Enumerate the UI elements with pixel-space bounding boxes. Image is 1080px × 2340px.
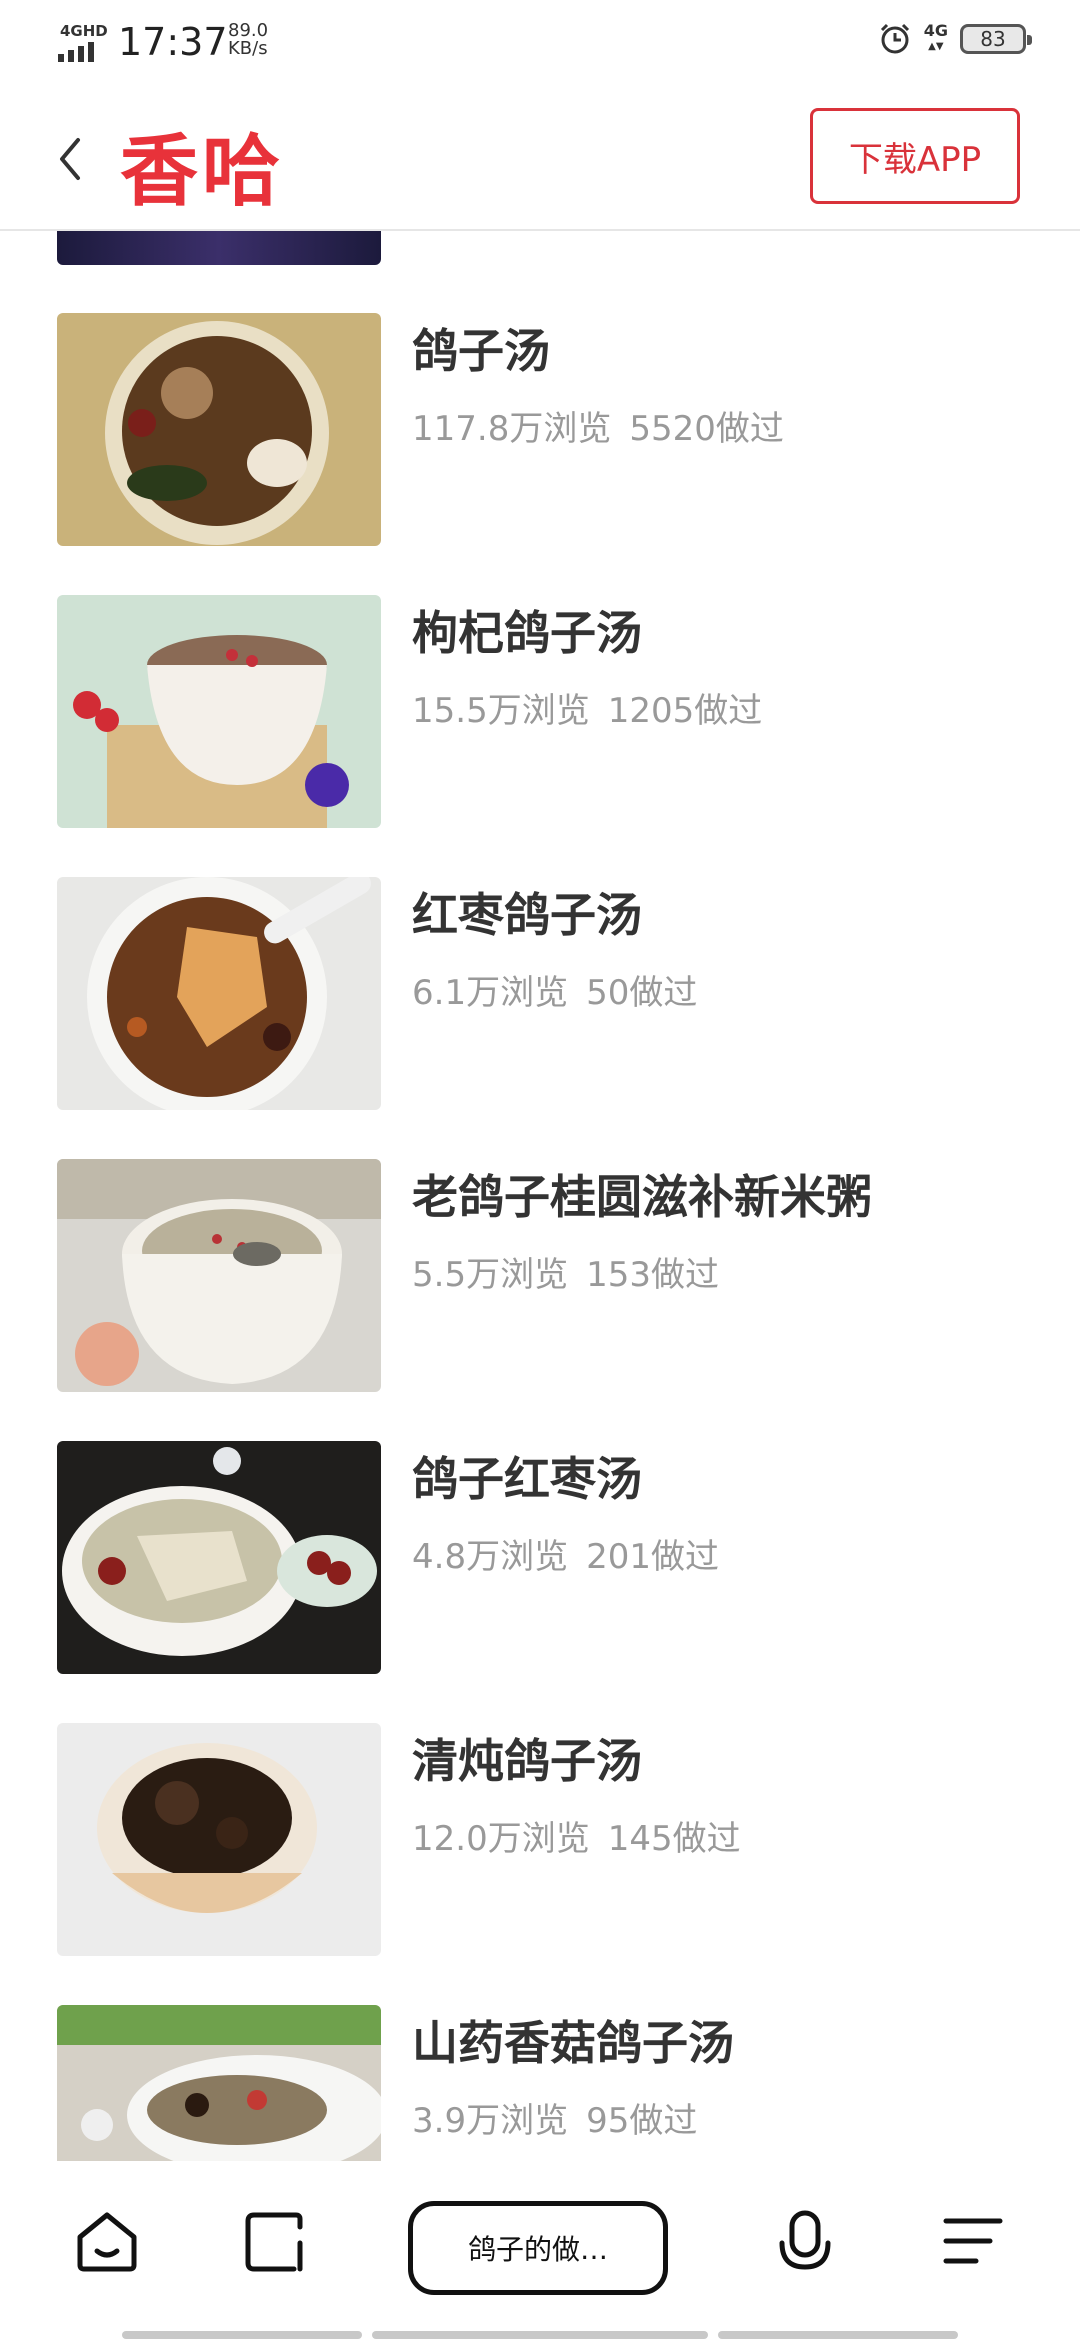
mobile-data-icon: 4G ▲▼	[923, 21, 948, 53]
speed-unit: KB/s	[228, 38, 268, 59]
recipe-thumbnail[interactable]	[57, 1441, 381, 1674]
recipe-list: 鸽子汤 117.8万浏览 5520做过 枸杞鸽子汤 15.5万浏览 1205做过	[0, 231, 1080, 2161]
gesture-bar	[372, 2331, 708, 2339]
recipe-title: 山药香菇鸽子汤	[412, 2016, 734, 2070]
network-type: 4GHD	[60, 22, 108, 40]
view-count: 5.5万浏览	[412, 1255, 569, 1295]
recipe-item[interactable]: 老鸽子桂圆滋补新米粥 5.5万浏览 153做过	[0, 1159, 1080, 1399]
recipe-stats: 3.9万浏览 95做过	[412, 2093, 697, 2142]
view-count: 15.5万浏览	[412, 691, 590, 731]
back-icon[interactable]	[50, 124, 90, 194]
mobile-data-label: 4G	[923, 21, 948, 40]
gesture-bar	[718, 2331, 958, 2339]
recipe-item[interactable]: 鸽子汤 117.8万浏览 5520做过	[0, 313, 1080, 553]
recipe-thumbnail[interactable]	[57, 2005, 381, 2161]
made-count: 153做过	[586, 1255, 719, 1295]
alarm-icon	[880, 23, 909, 54]
view-count: 3.9万浏览	[412, 2101, 569, 2141]
recipe-thumbnail[interactable]	[57, 231, 381, 265]
recipe-thumbnail[interactable]	[57, 595, 381, 828]
home-icon[interactable]	[72, 2207, 142, 2277]
recipe-title: 鸽子汤	[412, 324, 550, 378]
recipe-item[interactable]: 清炖鸽子汤 12.0万浏览 145做过	[0, 1723, 1080, 1963]
made-count: 95做过	[586, 2101, 698, 2141]
soup-bowl-image	[57, 2005, 381, 2161]
recipe-item[interactable]: 枸杞鸽子汤 15.5万浏览 1205做过	[0, 595, 1080, 835]
battery-level: 83	[980, 27, 1006, 51]
recipe-stats: 15.5万浏览 1205做过	[412, 683, 762, 732]
soup-cup-image	[57, 595, 381, 828]
soup-bowl-image	[57, 313, 381, 546]
download-app-button[interactable]: 下载APP	[810, 108, 1020, 204]
soup-bowl-image	[57, 1441, 381, 1674]
clock: 17:37	[118, 20, 228, 64]
recipe-stats: 117.8万浏览 5520做过	[412, 401, 784, 450]
recipe-title: 老鸽子桂圆滋补新米粥	[412, 1170, 872, 1224]
recipe-thumbnail[interactable]	[57, 877, 381, 1110]
recipe-item[interactable]: 山药香菇鸽子汤 3.9万浏览 95做过	[0, 2005, 1080, 2161]
header: 香哈 下载APP	[0, 84, 1080, 231]
made-count: 145做过	[607, 1819, 741, 1859]
view-count: 12.0万浏览	[412, 1819, 590, 1859]
microphone-icon[interactable]	[770, 2207, 840, 2277]
tabs-icon[interactable]	[240, 2207, 310, 2277]
signal-icon: 4GHD	[58, 22, 108, 62]
recipe-title: 枸杞鸽子汤	[412, 606, 642, 660]
recipe-stats: 4.8万浏览 201做过	[412, 1529, 719, 1578]
battery-icon: 83	[960, 24, 1032, 54]
recipe-title: 红枣鸽子汤	[412, 888, 642, 942]
recipe-stats: 6.1万浏览 50做过	[412, 965, 697, 1014]
recipe-title: 鸽子红枣汤	[412, 1452, 642, 1506]
recipe-title: 清炖鸽子汤	[412, 1734, 642, 1788]
recipe-item[interactable]: 红枣鸽子汤 6.1万浏览 50做过	[0, 877, 1080, 1117]
porridge-pot-image	[57, 1159, 381, 1392]
made-count: 50做过	[586, 973, 698, 1013]
status-bar: 4GHD 17:37 89.0 KB/s 4G ▲▼ 83	[0, 0, 1080, 84]
view-count: 117.8万浏览	[412, 409, 612, 449]
made-count: 201做过	[586, 1537, 719, 1577]
recipe-item[interactable]: 鸽子红枣汤 4.8万浏览 201做过	[0, 1441, 1080, 1681]
recipe-stats: 5.5万浏览 153做过	[412, 1247, 719, 1296]
network-speed: 89.0 KB/s	[228, 22, 268, 58]
recipe-thumbnail[interactable]	[57, 313, 381, 546]
made-count: 1205做过	[607, 691, 763, 731]
recipe-thumbnail[interactable]	[57, 1159, 381, 1392]
recipe-thumbnail[interactable]	[57, 1723, 381, 1956]
soup-bowl-image	[57, 877, 381, 1110]
view-count: 4.8万浏览	[412, 1537, 569, 1577]
gesture-bar	[122, 2331, 362, 2339]
bottom-navigation: 鸽子的做…	[0, 2161, 1080, 2340]
made-count: 5520做过	[629, 409, 784, 449]
view-count: 6.1万浏览	[412, 973, 569, 1013]
app-logo[interactable]: 香哈	[120, 109, 284, 221]
recipe-stats: 12.0万浏览 145做过	[412, 1811, 741, 1860]
menu-icon[interactable]	[938, 2207, 1008, 2277]
stew-pot-image	[57, 1723, 381, 1956]
search-query-pill[interactable]: 鸽子的做…	[408, 2201, 668, 2295]
